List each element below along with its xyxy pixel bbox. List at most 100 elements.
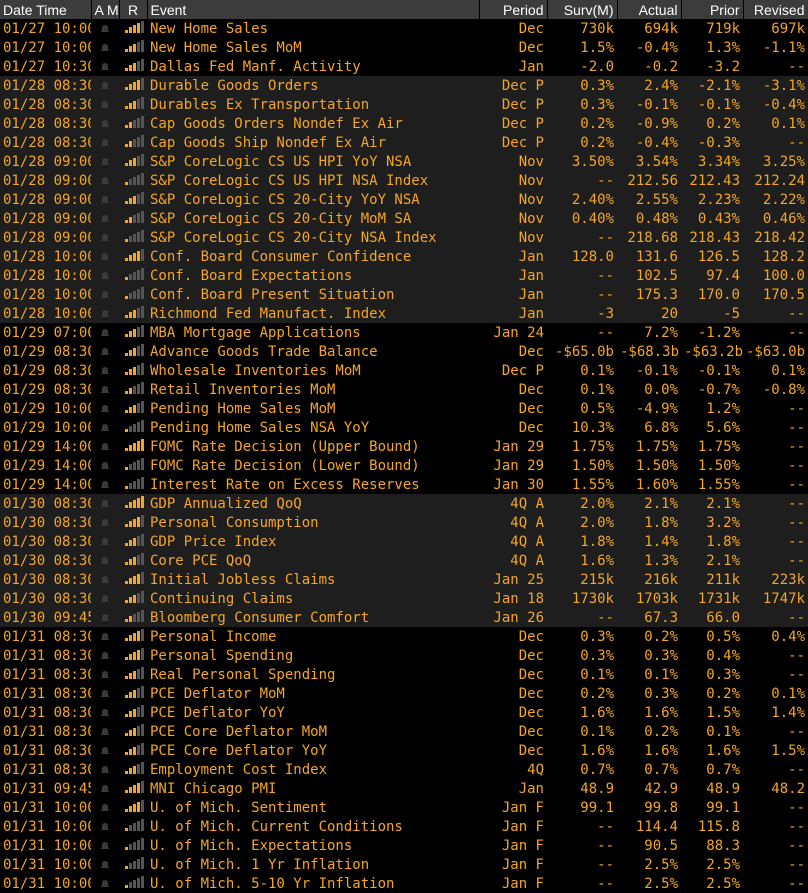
bell-icon[interactable] — [100, 119, 110, 128]
table-row[interactable]: 01/28 08:30 Cap Goods Ship Nondef Ex Air D… — [0, 133, 808, 152]
bell-icon[interactable] — [100, 442, 110, 451]
bell-icon[interactable] — [100, 879, 110, 888]
header-relevance[interactable]: R — [119, 0, 148, 19]
bell-icon[interactable] — [100, 461, 110, 470]
header-prior[interactable]: Prior — [681, 0, 744, 19]
header-date-time[interactable]: Date Time — [0, 0, 92, 19]
table-row[interactable]: 01/31 10:00 U. of Mich. 5-10 Yr Inflation… — [0, 874, 808, 893]
table-row[interactable]: 01/31 08:30 PCE Deflator YoY Dec 1.6% 1.6% 1.… — [0, 703, 808, 722]
table-row[interactable]: 01/28 10:00 Conf. Board Expectations Jan --… — [0, 266, 808, 285]
table-row[interactable]: 01/31 10:00 U. of Mich. Expectations Jan F… — [0, 836, 808, 855]
bell-icon[interactable] — [100, 518, 110, 527]
bell-icon[interactable] — [100, 309, 110, 318]
table-row[interactable]: 01/28 08:30 Cap Goods Orders Nondef Ex Ai… — [0, 114, 808, 133]
bell-icon[interactable] — [100, 670, 110, 679]
header-survey[interactable]: Surv(M) — [547, 0, 618, 19]
table-row[interactable]: 01/30 08:30 Core PCE QoQ 4Q A 1.6% 1.3% 2.1% -… — [0, 551, 808, 570]
header-revised[interactable]: Revised — [743, 0, 808, 19]
bell-icon[interactable] — [100, 746, 110, 755]
table-row[interactable]: 01/31 08:30 Employment Cost Index 4Q 0.7% 0.… — [0, 760, 808, 779]
table-row[interactable]: 01/31 10:00 U. of Mich. Sentiment Jan F 99.… — [0, 798, 808, 817]
table-row[interactable]: 01/30 08:30 GDP Price Index 4Q A 1.8% 1.4% 1.… — [0, 532, 808, 551]
table-row[interactable]: 01/31 08:30 PCE Deflator MoM Dec 0.2% 0.3% 0.… — [0, 684, 808, 703]
table-row[interactable]: 01/29 10:00 Pending Home Sales MoM Dec 0.5%… — [0, 399, 808, 418]
table-row[interactable]: 01/31 10:00 U. of Mich. Current Condition… — [0, 817, 808, 836]
table-row[interactable]: 01/28 08:30 Durable Goods Orders Dec P 0.3%… — [0, 76, 808, 95]
bell-icon[interactable] — [100, 176, 110, 185]
bell-icon[interactable] — [100, 328, 110, 337]
table-row[interactable]: 01/28 09:00 S&P CoreLogic CS 20-City NSA … — [0, 228, 808, 247]
table-row[interactable]: 01/29 08:30 Retail Inventories MoM Dec 0.1%… — [0, 380, 808, 399]
bell-icon[interactable] — [100, 841, 110, 850]
header-event[interactable]: Event — [147, 0, 480, 19]
table-row[interactable]: 01/31 09:45 MNI Chicago PMI Jan 48.9 42.9 48.… — [0, 779, 808, 798]
bell-icon[interactable] — [100, 556, 110, 565]
bell-icon[interactable] — [100, 271, 110, 280]
bell-icon[interactable] — [100, 423, 110, 432]
bell-icon[interactable] — [100, 727, 110, 736]
bell-icon[interactable] — [100, 290, 110, 299]
table-row[interactable]: 01/31 08:30 Real Personal Spending Dec 0.1%… — [0, 665, 808, 684]
table-row[interactable]: 01/31 08:30 Personal Income Dec 0.3% 0.2% 0.5… — [0, 627, 808, 646]
table-row[interactable]: 01/27 10:00 New Home Sales MoM Dec 1.5% -0.4… — [0, 38, 808, 57]
table-row[interactable]: 01/28 09:00 S&P CoreLogic CS US HPI YoY N… — [0, 152, 808, 171]
table-row[interactable]: 01/29 07:00 MBA Mortgage Applications Jan … — [0, 323, 808, 342]
table-row[interactable]: 01/30 08:30 Continuing Claims Jan 18 1730k 1… — [0, 589, 808, 608]
bell-icon[interactable] — [100, 803, 110, 812]
bell-icon[interactable] — [100, 613, 110, 622]
table-row[interactable]: 01/28 09:00 S&P CoreLogic CS US HPI NSA I… — [0, 171, 808, 190]
bell-icon[interactable] — [100, 632, 110, 641]
bell-icon[interactable] — [100, 385, 110, 394]
bell-icon[interactable] — [100, 575, 110, 584]
table-row[interactable]: 01/29 10:00 Pending Home Sales NSA YoY Dec… — [0, 418, 808, 437]
bell-icon[interactable] — [100, 233, 110, 242]
bell-icon[interactable] — [100, 43, 110, 52]
bell-icon[interactable] — [100, 594, 110, 603]
bell-icon[interactable] — [100, 499, 110, 508]
bell-icon[interactable] — [100, 252, 110, 261]
bell-icon[interactable] — [100, 347, 110, 356]
table-row[interactable]: 01/29 08:30 Advance Goods Trade Balance De… — [0, 342, 808, 361]
bell-icon[interactable] — [100, 100, 110, 109]
table-row[interactable]: 01/31 08:30 PCE Core Deflator MoM Dec 0.1% 0… — [0, 722, 808, 741]
table-row[interactable]: 01/28 10:00 Richmond Fed Manufact. Index J… — [0, 304, 808, 323]
table-row[interactable]: 01/28 10:00 Conf. Board Consumer Confiden… — [0, 247, 808, 266]
bell-icon[interactable] — [100, 822, 110, 831]
table-row[interactable]: 01/29 14:00 FOMC Rate Decision (Upper Bou… — [0, 437, 808, 456]
table-row[interactable]: 01/28 09:00 S&P CoreLogic CS 20-City MoM … — [0, 209, 808, 228]
table-row[interactable]: 01/29 14:00 FOMC Rate Decision (Lower Bou… — [0, 456, 808, 475]
bell-icon[interactable] — [100, 24, 110, 33]
bell-icon[interactable] — [100, 157, 110, 166]
header-period[interactable]: Period — [479, 0, 548, 19]
header-actual[interactable]: Actual — [617, 0, 682, 19]
table-row[interactable]: 01/30 09:45 Bloomberg Consumer Comfort Jan… — [0, 608, 808, 627]
table-row[interactable]: 01/29 14:00 Interest Rate on Excess Reser… — [0, 475, 808, 494]
table-row[interactable]: 01/28 09:00 S&P CoreLogic CS 20-City YoY … — [0, 190, 808, 209]
bell-icon[interactable] — [100, 689, 110, 698]
header-am[interactable]: A M — [91, 0, 120, 19]
bell-icon[interactable] — [100, 81, 110, 90]
bell-icon[interactable] — [100, 537, 110, 546]
bell-icon[interactable] — [100, 651, 110, 660]
bell-icon[interactable] — [100, 62, 110, 71]
table-row[interactable]: 01/31 08:30 PCE Core Deflator YoY Dec 1.6% 1… — [0, 741, 808, 760]
table-row[interactable]: 01/27 10:00 New Home Sales Dec 730k 694k 719k… — [0, 19, 808, 38]
table-row[interactable]: 01/31 10:00 U. of Mich. 1 Yr Inflation Jan… — [0, 855, 808, 874]
bell-icon[interactable] — [100, 765, 110, 774]
bell-icon[interactable] — [100, 784, 110, 793]
bell-icon[interactable] — [100, 708, 110, 717]
bell-icon[interactable] — [100, 404, 110, 413]
bell-icon[interactable] — [100, 138, 110, 147]
table-row[interactable]: 01/31 08:30 Personal Spending Dec 0.3% 0.3% 0… — [0, 646, 808, 665]
table-row[interactable]: 01/28 10:00 Conf. Board Present Situation… — [0, 285, 808, 304]
bell-icon[interactable] — [100, 214, 110, 223]
table-row[interactable]: 01/30 08:30 Initial Jobless Claims Jan 25 2… — [0, 570, 808, 589]
table-row[interactable]: 01/30 08:30 Personal Consumption 4Q A 2.0% 1… — [0, 513, 808, 532]
bell-icon[interactable] — [100, 480, 110, 489]
bell-icon[interactable] — [100, 860, 110, 869]
table-row[interactable]: 01/28 08:30 Durables Ex Transportation Dec… — [0, 95, 808, 114]
table-row[interactable]: 01/29 08:30 Wholesale Inventories MoM Dec … — [0, 361, 808, 380]
bell-icon[interactable] — [100, 366, 110, 375]
bell-icon[interactable] — [100, 195, 110, 204]
table-row[interactable]: 01/30 08:30 GDP Annualized QoQ 4Q A 2.0% 2.1… — [0, 494, 808, 513]
